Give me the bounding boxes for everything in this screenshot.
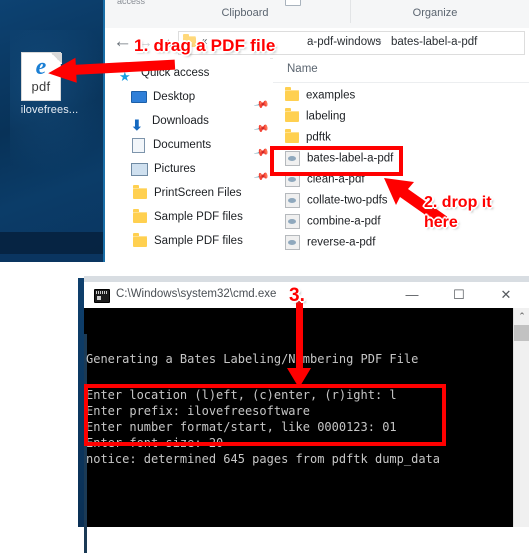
console-line-5: notice: determined 645 pages from pdftk …	[86, 452, 441, 466]
sidebar-label: Sample PDF files	[154, 211, 243, 223]
sidebar-item-downloads[interactable]: ⬇ Downloads 📌	[131, 110, 270, 137]
maximize-button[interactable]: ☐	[436, 282, 482, 308]
ribbon-partial-label: access	[117, 0, 146, 6]
pin-icon[interactable]: 📌	[250, 93, 270, 113]
file-name: pdftk	[306, 131, 331, 144]
monitor-icon	[131, 91, 147, 103]
sidebar-label: Sample PDF files	[154, 235, 243, 247]
folder-icon	[133, 232, 147, 247]
sidebar-item-sample-pdf-files-1[interactable]: Sample PDF files	[133, 206, 243, 228]
column-header-name[interactable]: Name	[287, 63, 318, 75]
desktop-icon-caption: ilovefrees...	[20, 104, 79, 116]
sidebar-label: Documents	[153, 139, 212, 151]
list-item[interactable]: labeling	[285, 106, 346, 127]
sidebar-label: PrintScreen Files	[154, 187, 242, 199]
document-icon	[132, 137, 145, 153]
sidebar-item-desktop[interactable]: Desktop 📌	[131, 86, 270, 113]
batch-file-icon	[285, 235, 300, 251]
minimize-button[interactable]: —	[389, 282, 435, 308]
step3-arrow-icon	[287, 300, 311, 388]
pin-icon[interactable]: 📌	[250, 165, 270, 185]
explorer-screenshot: e pdf ilovefrees... access Clipboard Org…	[0, 0, 529, 262]
breadcrumb-separator[interactable]: ›	[378, 36, 382, 48]
console-icon	[94, 289, 110, 303]
sidebar-label: Desktop	[153, 91, 196, 103]
step1-annotation-text: 1. drag a PDF file	[134, 36, 276, 55]
cmd-title-text: C:\Windows\system32\cmd.exe	[116, 288, 277, 300]
ribbon-group-divider	[350, 0, 351, 23]
folder-icon	[285, 129, 299, 144]
step3-annotation-text: 3.	[289, 285, 305, 306]
pin-icon[interactable]: 📌	[250, 141, 270, 161]
breadcrumb-item-0[interactable]: a-pdf-windows	[307, 36, 381, 48]
taskbar-lower-strip	[0, 254, 105, 262]
paste-options-icon[interactable]	[285, 0, 301, 6]
file-name: labeling	[306, 110, 346, 123]
scroll-up-arrow-icon[interactable]: ⌃	[514, 308, 529, 324]
step2-annotation-line2: here	[424, 214, 458, 231]
sidebar-label: Downloads	[152, 115, 209, 127]
breadcrumb-item-1[interactable]: bates-label-a-pdf	[391, 36, 477, 48]
navigation-pane: ★ Quick access Desktop 📌 ⬇ Downloads 📌 Doc…	[105, 58, 270, 262]
ribbon-group-clipboard: Clipboard	[221, 7, 269, 19]
sidebar-item-printscreen-files[interactable]: PrintScreen Files	[133, 182, 242, 204]
download-arrow-icon: ⬇	[131, 117, 143, 133]
list-item[interactable]: collate-two-pdfs	[285, 190, 388, 211]
step2-annotation-line1: 2. drop it	[424, 194, 492, 211]
sidebar-item-sample-pdf-files-2[interactable]: Sample PDF files	[133, 230, 243, 252]
list-item[interactable]: pdftk	[285, 127, 331, 148]
list-item[interactable]: examples	[285, 85, 355, 106]
folder-icon	[133, 208, 147, 223]
folder-icon	[285, 108, 299, 123]
desktop-background	[0, 0, 120, 262]
list-item[interactable]: reverse-a-pdf	[285, 232, 375, 253]
batch-file-icon	[285, 193, 300, 209]
file-name: collate-two-pdfs	[307, 194, 388, 207]
scrollbar-thumb[interactable]	[514, 325, 529, 341]
picture-icon	[131, 162, 148, 176]
pin-icon[interactable]: 📌	[250, 117, 270, 137]
ribbon-bar: access Clipboard Organize	[105, 0, 529, 29]
sidebar-label: Pictures	[154, 163, 196, 175]
console-line-0: Generating a Bates Labeling/Numbering PD…	[86, 352, 419, 366]
sidebar-item-documents[interactable]: Documents 📌	[132, 134, 270, 161]
ribbon-group-organize: Organize	[412, 7, 458, 19]
taskbar[interactable]	[0, 232, 105, 254]
close-button[interactable]: ✕	[483, 282, 529, 308]
batch-file-icon	[285, 214, 300, 230]
file-name: examples	[306, 89, 356, 102]
file-name: combine-a-pdf	[307, 215, 381, 228]
folder-icon	[285, 87, 299, 102]
sidebar-item-pictures[interactable]: Pictures 📌	[131, 158, 270, 185]
highlight-box-prompt-inputs	[84, 384, 446, 446]
file-name: reverse-a-pdf	[307, 236, 376, 249]
list-item[interactable]: combine-a-pdf	[285, 211, 381, 232]
console-scrollbar[interactable]: ⌃	[513, 308, 529, 527]
folder-icon	[133, 184, 147, 199]
column-header-divider	[273, 82, 529, 83]
